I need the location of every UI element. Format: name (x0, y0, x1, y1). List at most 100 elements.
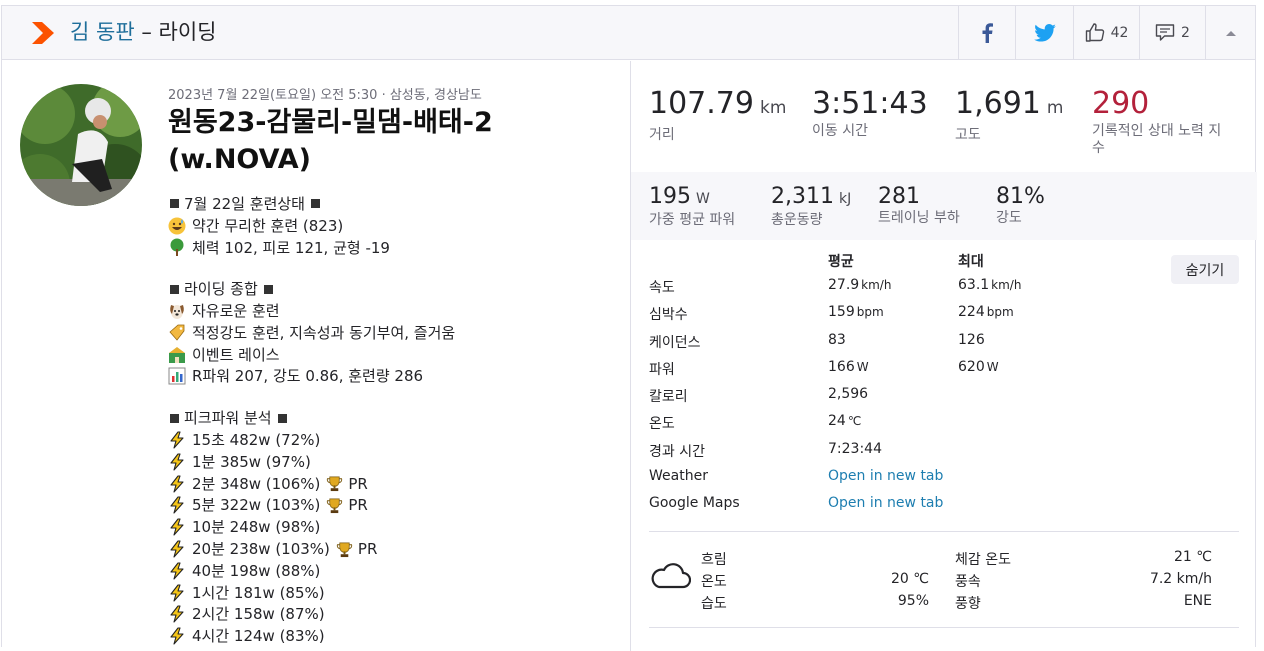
square-bullet-icon (310, 199, 320, 209)
twitter-share-button[interactable] (1015, 6, 1073, 59)
facebook-icon (982, 22, 993, 43)
stat-label: 거리 (649, 127, 675, 143)
lightning-icon (170, 475, 184, 493)
max-value: 224 bpm (958, 304, 1014, 320)
comment-icon (1155, 24, 1175, 41)
facebook-share-button[interactable] (958, 6, 1015, 59)
unit: bpm (986, 305, 1014, 320)
description-line: 라이딩 종합 (168, 278, 618, 300)
peak-power-item: 5분 322w (103%) PR (168, 495, 618, 517)
description-text: 이벤트 레이스 (192, 345, 280, 364)
details-row: 속도 27.9 km/h 63.1 km/h (649, 277, 1239, 304)
description-line: 약간 무리한 훈련 (823) (168, 215, 618, 237)
thumbs-up-icon (1085, 23, 1104, 42)
pr-label: PR (348, 496, 368, 515)
weather-link[interactable]: Open in new tab (828, 468, 943, 484)
peak-power-text: 2시간 158w (87%) (192, 605, 325, 624)
athlete-link[interactable]: 김 동판 (70, 20, 135, 44)
weather-temp-value: 20 ℃ (891, 571, 929, 587)
avg-value: 166 W (828, 359, 869, 375)
stat-label: 트레이닝 부하 (878, 210, 960, 226)
kudos-button[interactable]: 42 (1073, 6, 1139, 59)
details-row: 칼로리 2,596 (649, 386, 1239, 413)
lightning-icon (170, 605, 184, 623)
value: 83 (828, 331, 846, 348)
row-label: 심박수 (649, 307, 688, 324)
weather-panel: 흐림 온도 20 ℃ 습도 95% 체감 온도 21 ℃ 풍속 7.2 km/h… (649, 543, 1239, 627)
description-text: R파워 207, 강도 0.86, 훈련량 286 (192, 367, 424, 386)
avatar[interactable] (20, 84, 142, 206)
square-bullet-icon (277, 413, 287, 423)
description-text: 체력 102, 피로 121, 균형 -19 (192, 238, 390, 257)
secondary-stats: 195 W 가중 평균 파워 2,311 kJ 총운동량 281 트레이닝 부하 8… (631, 172, 1257, 240)
stat-relative-effort[interactable]: 290 기록적인 상대 노력 지수 (1092, 87, 1222, 157)
weather-label: 체감 온도 (955, 552, 1011, 568)
bar-chart-icon (168, 367, 186, 385)
weather-wind-value: 7.2 km/h (1149, 571, 1212, 587)
peak-power-item: 2시간 158w (87%) (168, 604, 618, 626)
value: 63.1 (958, 277, 990, 293)
peak-power-item: 20분 238w (103%) PR (168, 538, 618, 560)
peak-power-text: 15초 482w (72%) (192, 431, 321, 450)
description-text: 약간 무리한 훈련 (823) (192, 216, 344, 235)
details-row: 파워 166 W 620 W (649, 359, 1239, 386)
lightning-icon (170, 627, 184, 645)
unit: W (986, 359, 999, 374)
stat-value: 2,311 (771, 184, 834, 209)
description-line: R파워 207, 강도 0.86, 훈련량 286 (168, 366, 618, 388)
avg-value: 83 (828, 332, 846, 348)
pr-badge: PR (326, 473, 368, 495)
unit: ℃ (847, 414, 862, 429)
google-maps-link[interactable]: Open in new tab (828, 495, 943, 511)
stat-intensity: 81% 강도 (996, 184, 1045, 227)
avg-value: 27.9 km/h (828, 277, 891, 293)
stat-unit: m (1046, 98, 1064, 118)
details-header-row: 평균 최대 (649, 251, 1239, 277)
page-title: 김 동판 – 라이딩 (70, 19, 216, 45)
stat-label: 기록적인 상대 노력 지수 (1092, 123, 1222, 156)
stat-distance: 107.79 km 거리 (649, 87, 786, 144)
weather-wind-dir-value: ENE (1183, 593, 1212, 609)
stat-training-load: 281 트레이닝 부하 (878, 184, 960, 227)
stat-unit: kJ (838, 191, 852, 207)
row-label: 속도 (649, 280, 675, 296)
stat-total-work: 2,311 kJ 총운동량 (771, 184, 851, 229)
pr-badge: PR (336, 538, 377, 560)
value: 126 (958, 331, 985, 348)
details-row: 심박수 159 bpm 224 bpm (649, 304, 1239, 331)
activity-date-location: 2023년 7월 22일(토요일) 오전 5:30 · 삼성동, 경상남도 (168, 88, 482, 103)
section-title: 라이딩 종합 (184, 280, 258, 299)
activity-description: 7월 22일 훈련상태 약간 무리한 훈련 (823) 체력 102, 피로 1… (168, 193, 618, 647)
avg-value: 2,596 (828, 386, 868, 402)
peak-power-text: 20분 238w (103%) (192, 540, 330, 559)
square-bullet-icon (263, 284, 273, 294)
comments-button[interactable]: 2 (1139, 6, 1205, 59)
column-header-max: 최대 (958, 254, 984, 270)
avg-value: 7:23:44 (828, 441, 882, 457)
peak-power-text: 40분 198w (88%) (192, 561, 321, 580)
unit: km/h (861, 278, 892, 292)
row-label: 파워 (649, 361, 675, 378)
activity-stats-panel: 107.79 km 거리 3:51:43 이동 시간 1,691 m 고도 290 … (630, 61, 1257, 651)
trophy-icon (327, 476, 343, 492)
stat-label: 강도 (996, 210, 1022, 226)
peak-power-item: 40분 198w (88%) (168, 560, 618, 582)
max-value: 63.1 km/h (958, 277, 1021, 293)
peak-power-item: 1시간 181w (85%) (168, 582, 618, 604)
lightning-icon (170, 518, 184, 536)
section-title: 피크파워 분석 (184, 409, 272, 428)
peak-power-text: 5분 322w (103%) (192, 496, 321, 515)
column-header-avg: 평균 (828, 254, 854, 270)
lightning-icon (170, 562, 184, 580)
peak-power-text: 2분 348w (106%) (192, 474, 321, 493)
activity-page: 김 동판 – 라이딩 42 2 2023년 7월 22일(토요일) 오전 5:3… (1, 5, 1257, 651)
stat-value: 281 (878, 184, 920, 209)
weather-feels-value: 21 ℃ (1174, 549, 1212, 565)
section-title: 7월 22일 훈련상태 (184, 194, 305, 213)
trophy-icon (336, 542, 353, 557)
stat-unit: W (696, 191, 710, 207)
activity-type: 라이딩 (158, 20, 217, 44)
avg-value: 159 bpm (828, 304, 884, 320)
collapse-button[interactable] (1205, 6, 1255, 59)
stat-value: 3:51:43 (812, 86, 928, 121)
